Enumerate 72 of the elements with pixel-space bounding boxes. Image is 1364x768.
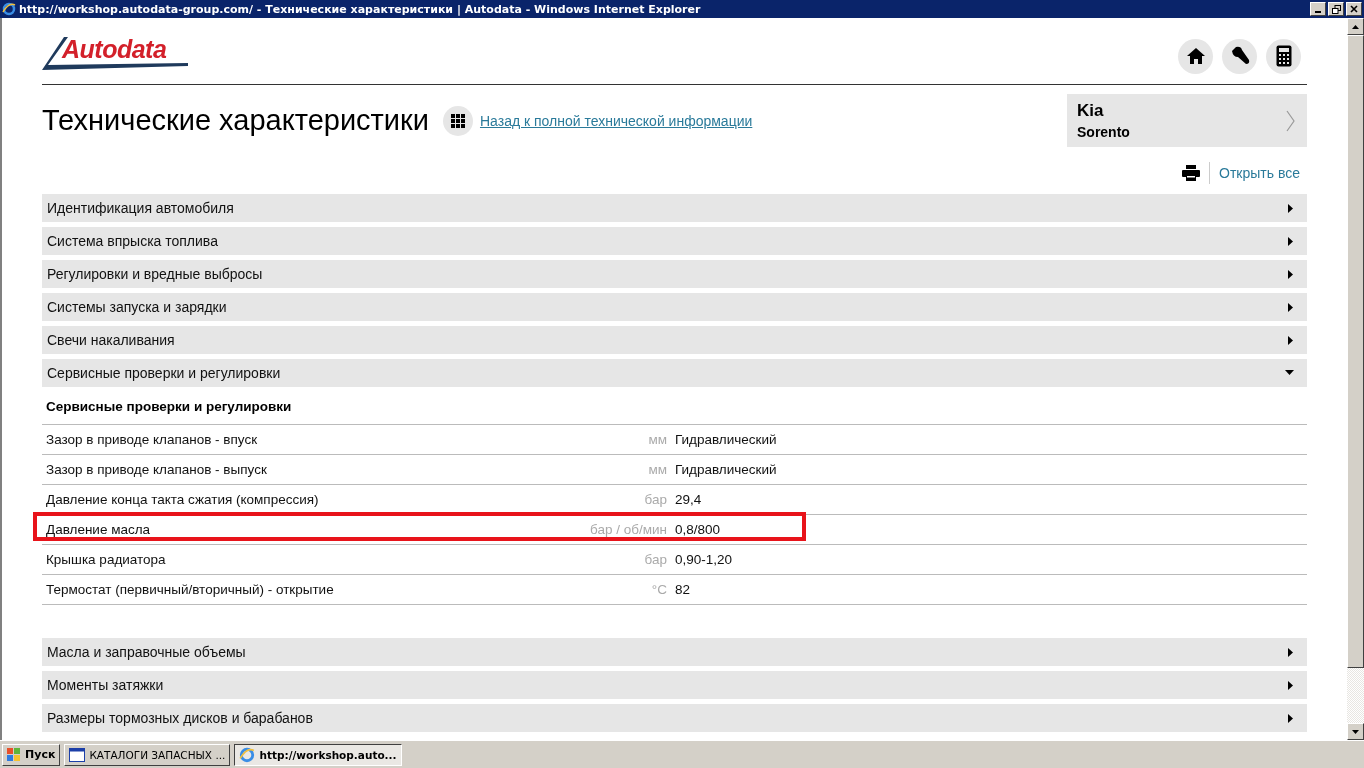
section-header[interactable]: Масла и заправочные объемы [42, 638, 1307, 666]
spec-name: Термостат (первичный/вторичный) - открытие [46, 582, 335, 597]
wrench-button[interactable] [1222, 38, 1257, 74]
caret-down-icon [1285, 370, 1294, 376]
scroll-up-button[interactable] [1347, 18, 1364, 35]
scroll-up-icon [1352, 24, 1359, 29]
taskbar-button[interactable]: http://workshop.auto... [234, 743, 402, 766]
calculator-icon [1275, 45, 1292, 67]
logo-swoosh-icon [42, 37, 188, 71]
minimize-button[interactable] [1310, 2, 1326, 16]
grid-button[interactable] [442, 105, 473, 136]
section-header[interactable]: Системы запуска и зарядки [42, 293, 1307, 321]
section-header[interactable]: Сервисные проверки и регулировки [42, 359, 1307, 387]
restore-icon [1331, 4, 1341, 14]
scroll-down-icon [1352, 729, 1359, 734]
browser-icon [239, 746, 256, 763]
spec-name: Крышка радиатора [46, 552, 167, 567]
spec-name: Давление масла [46, 522, 152, 537]
spec-value: 0,90-1,20 [675, 552, 734, 567]
spec-value: 0,8/800 [675, 522, 722, 537]
section-header[interactable]: Идентификация автомобиля [42, 194, 1307, 222]
scroll-down-button[interactable] [1347, 723, 1364, 740]
windows-flag-icon [7, 748, 21, 761]
close-button[interactable] [1346, 2, 1362, 16]
spec-unit: бар [643, 552, 668, 567]
spec-value: 29,4 [675, 492, 703, 507]
spec-name: Зазор в приводе клапанов - впуск [46, 432, 259, 447]
spec-unit: °C [650, 582, 668, 597]
page-title: Технические характеристики [42, 104, 429, 137]
section-header[interactable]: Моменты затяжки [42, 671, 1307, 699]
vehicle-model: Sorento [1077, 124, 1130, 140]
grid-icon [450, 113, 465, 128]
home-button[interactable] [1178, 38, 1213, 74]
home-icon [1185, 47, 1206, 65]
spec-unit: бар [643, 492, 668, 507]
calculator-button[interactable] [1266, 38, 1301, 74]
window-title: http://workshop.autodata-group.com/ - Технические характеристики | Autodata - Windows Internet Explorer [19, 2, 702, 16]
spec-value: Гидравлический [675, 462, 778, 477]
section-header[interactable]: Размеры тормозных дисков и барабанов [42, 704, 1307, 732]
caret-right-icon [1288, 203, 1294, 213]
spec-unit: мм [647, 432, 668, 447]
vehicle-make: Kia [1077, 101, 1105, 121]
spec-name: Давление конца такта сжатия (компрессия) [46, 492, 320, 507]
caret-right-icon [1288, 680, 1294, 690]
close-icon [1350, 5, 1358, 13]
caret-right-icon [1288, 302, 1294, 312]
section-header[interactable]: Регулировки и вредные выбросы [42, 260, 1307, 288]
caret-right-icon [1288, 647, 1294, 657]
autodata-logo[interactable]: Autodata [42, 33, 188, 73]
back-link[interactable]: Назад к полной технической информации [479, 112, 753, 129]
chevron-right-icon [1286, 109, 1295, 132]
section-heading: Сервисные проверки и регулировки [42, 387, 1307, 425]
spec-value: 82 [675, 582, 692, 597]
start-button[interactable]: Пуск [2, 743, 61, 766]
window-icon [69, 747, 86, 762]
spec-value: Гидравлический [675, 432, 778, 447]
open-all-link[interactable]: Открыть все [1219, 165, 1300, 181]
section-header[interactable]: Свечи накаливания [42, 326, 1307, 354]
restore-button[interactable] [1328, 2, 1344, 16]
spec-unit: мм [647, 462, 668, 477]
caret-right-icon [1288, 236, 1294, 246]
section-header[interactable]: Система впрыска топлива [42, 227, 1307, 255]
browser-icon [2, 2, 16, 16]
vehicle-panel[interactable]: Kia Sorento [1067, 94, 1307, 147]
print-button[interactable] [1182, 165, 1201, 181]
printer-icon [1182, 165, 1201, 181]
spec-unit: бар / об/мин [589, 522, 668, 537]
taskbar-button[interactable]: КАТАЛОГИ ЗАПАСНЫХ ... [64, 743, 231, 766]
caret-right-icon [1288, 713, 1294, 723]
caret-right-icon [1288, 269, 1294, 279]
spec-name: Зазор в приводе клапанов - выпуск [46, 462, 268, 477]
caret-right-icon [1288, 335, 1294, 345]
